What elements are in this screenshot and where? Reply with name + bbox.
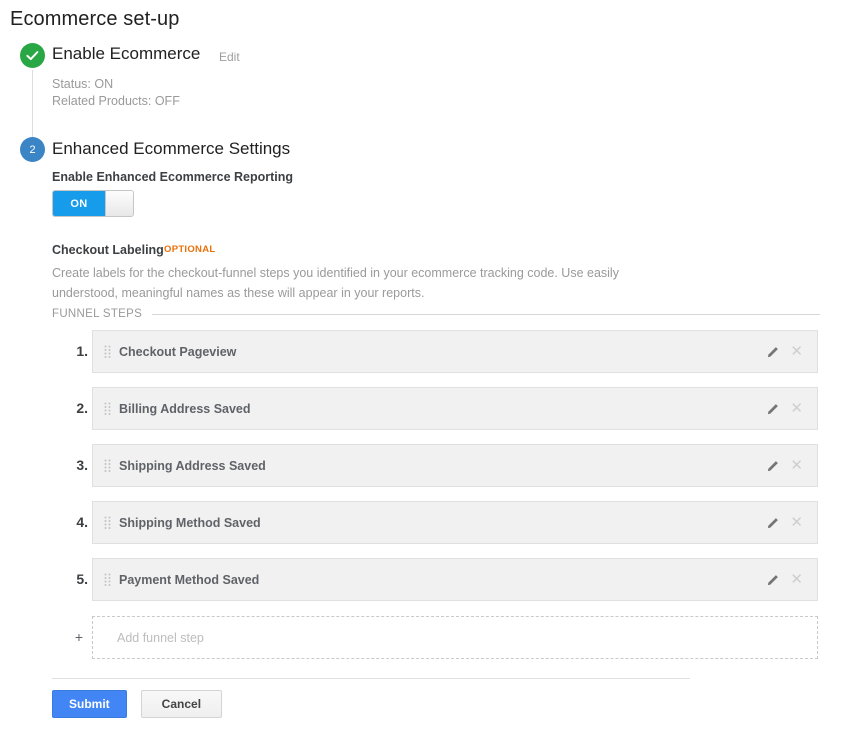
table-row: 3. Shipping Address Saved ✕ xyxy=(0,444,856,501)
step-2-number-badge: 2 xyxy=(20,137,45,162)
cancel-button[interactable]: Cancel xyxy=(140,690,223,718)
close-icon[interactable]: ✕ xyxy=(790,572,803,587)
toggle-knob[interactable] xyxy=(105,191,133,216)
close-icon[interactable]: ✕ xyxy=(790,344,803,359)
plus-icon: + xyxy=(74,629,84,645)
pencil-icon[interactable] xyxy=(767,573,780,586)
table-row: 2. Billing Address Saved ✕ xyxy=(0,387,856,444)
step-2-heading: Enhanced Ecommerce Settings xyxy=(52,139,291,158)
enhanced-ecommerce-toggle[interactable]: ON xyxy=(52,190,134,217)
row-actions: ✕ xyxy=(767,344,803,359)
form-actions: Submit Cancel xyxy=(52,690,223,718)
funnel-step-name: Shipping Method Saved xyxy=(119,515,261,530)
drag-handle-icon[interactable] xyxy=(97,573,117,586)
edit-ecommerce-link[interactable]: Edit xyxy=(219,50,240,64)
footer-divider xyxy=(52,678,690,679)
funnel-step-field[interactable]: Billing Address Saved ✕ xyxy=(92,387,818,430)
enhanced-reporting-label: Enable Enhanced Ecommerce Reporting xyxy=(52,170,294,184)
pencil-icon[interactable] xyxy=(767,459,780,472)
step-index: 3. xyxy=(76,457,88,473)
status-line: Status: ON xyxy=(52,77,114,91)
add-funnel-step-row[interactable]: + Add funnel step xyxy=(0,616,856,659)
add-funnel-step-placeholder: Add funnel step xyxy=(117,630,204,645)
row-actions: ✕ xyxy=(767,458,803,473)
drag-handle-icon[interactable] xyxy=(97,459,117,472)
close-icon[interactable]: ✕ xyxy=(790,458,803,473)
checkout-labeling-heading: Checkout Labeling xyxy=(52,243,164,257)
step-index: 2. xyxy=(76,400,88,416)
drag-handle-icon[interactable] xyxy=(97,345,117,358)
row-actions: ✕ xyxy=(767,515,803,530)
step-index: 1. xyxy=(76,343,88,359)
step-1-status: Status: ON Related Products: OFF xyxy=(52,76,180,110)
table-row: 5. Payment Method Saved ✕ xyxy=(0,558,856,615)
optional-badge: OPTIONAL xyxy=(164,244,216,255)
step-timeline-connector xyxy=(32,70,33,138)
submit-button[interactable]: Submit xyxy=(52,690,127,718)
step-index: 5. xyxy=(76,571,88,587)
section-divider xyxy=(152,313,820,315)
row-actions: ✕ xyxy=(767,572,803,587)
check-circle-icon xyxy=(20,43,45,68)
page-title: Ecommerce set-up xyxy=(10,8,180,30)
funnel-step-name: Payment Method Saved xyxy=(119,572,260,587)
step-index: 4. xyxy=(76,514,88,530)
pencil-icon[interactable] xyxy=(767,516,780,529)
pencil-icon[interactable] xyxy=(767,345,780,358)
drag-handle-icon[interactable] xyxy=(97,516,117,529)
funnel-steps-label: FUNNEL STEPS xyxy=(52,308,143,320)
table-row: 1. Checkout Pageview ✕ xyxy=(0,330,856,387)
related-products-line: Related Products: OFF xyxy=(52,94,180,108)
funnel-steps-list: 1. Checkout Pageview ✕ 2. Billing Addres… xyxy=(0,330,856,615)
toggle-state-label: ON xyxy=(53,191,105,216)
funnel-step-name: Billing Address Saved xyxy=(119,401,251,416)
funnel-step-field[interactable]: Payment Method Saved ✕ xyxy=(92,558,818,601)
drag-handle-icon[interactable] xyxy=(97,402,117,415)
add-funnel-step-input[interactable]: Add funnel step xyxy=(92,616,818,659)
table-row: 4. Shipping Method Saved ✕ xyxy=(0,501,856,558)
funnel-step-name: Checkout Pageview xyxy=(119,344,237,359)
funnel-step-field[interactable]: Shipping Address Saved ✕ xyxy=(92,444,818,487)
ecommerce-setup-page: Ecommerce set-up Enable Ecommerce Edit S… xyxy=(0,0,856,756)
funnel-steps-section-header: FUNNEL STEPS xyxy=(52,308,820,320)
step-1-heading: Enable Ecommerce xyxy=(52,44,201,63)
row-actions: ✕ xyxy=(767,401,803,416)
close-icon[interactable]: ✕ xyxy=(790,515,803,530)
funnel-step-field[interactable]: Checkout Pageview ✕ xyxy=(92,330,818,373)
checkout-labeling-description: Create labels for the checkout-funnel st… xyxy=(52,266,619,300)
close-icon[interactable]: ✕ xyxy=(790,401,803,416)
funnel-step-name: Shipping Address Saved xyxy=(119,458,266,473)
funnel-step-field[interactable]: Shipping Method Saved ✕ xyxy=(92,501,818,544)
pencil-icon[interactable] xyxy=(767,402,780,415)
